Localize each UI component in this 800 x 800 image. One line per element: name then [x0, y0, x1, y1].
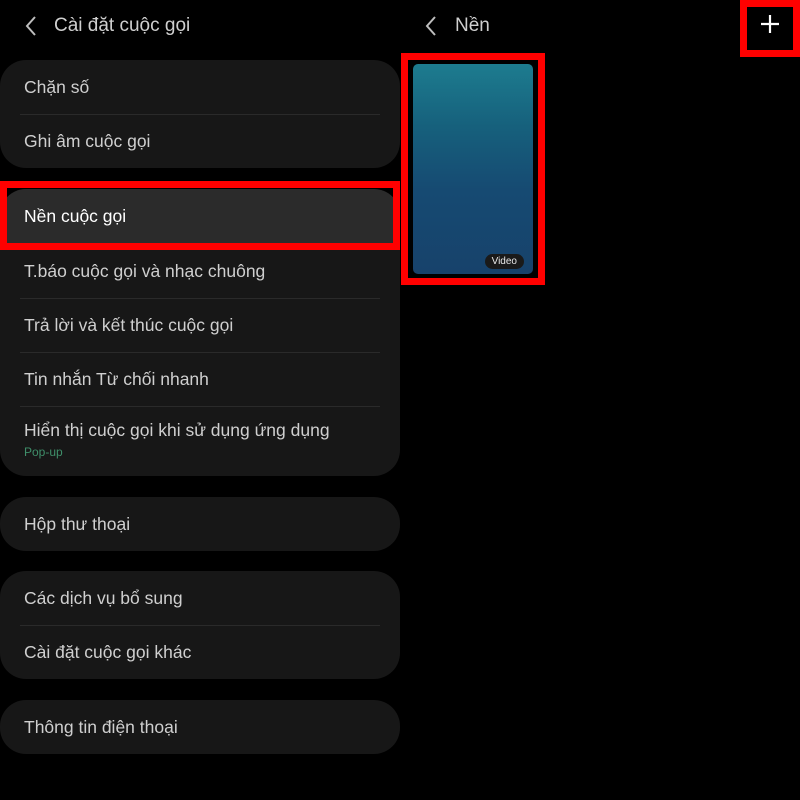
- settings-group-4: Các dịch vụ bổ sung Cài đặt cuộc gọi khá…: [0, 571, 400, 679]
- video-background-thumbnail[interactable]: Video: [413, 64, 533, 274]
- page-title: Cài đặt cuộc gọi: [54, 15, 191, 36]
- page-title: Nền: [455, 15, 490, 36]
- menu-item-label: Hiển thị cuộc gọi khi sử dụng ứng dụng: [24, 419, 330, 440]
- background-panel: Nền Video: [400, 0, 800, 800]
- back-chevron-icon[interactable]: [24, 14, 38, 38]
- menu-item-call-display-in-apps[interactable]: Hiển thị cuộc gọi khi sử dụng ứng dụng P…: [0, 406, 400, 472]
- settings-group-2: Nền cuộc gọi T.báo cuộc gọi và nhạc chuô…: [0, 189, 400, 476]
- menu-item-phone-info[interactable]: Thông tin điện thoại: [0, 700, 400, 754]
- settings-group-5: Thông tin điện thoại: [0, 700, 400, 754]
- menu-item-sublabel: Pop-up: [24, 444, 63, 459]
- background-header: Nền: [400, 0, 800, 52]
- back-chevron-icon[interactable]: [424, 14, 438, 38]
- menu-item-voicemail[interactable]: Hộp thư thoại: [0, 497, 400, 551]
- menu-item-block-numbers[interactable]: Chặn số: [0, 60, 400, 114]
- settings-group-3: Hộp thư thoại: [0, 497, 400, 551]
- menu-item-answer-end-calls[interactable]: Trả lời và kết thúc cuộc gọi: [0, 298, 400, 352]
- call-settings-panel: Cài đặt cuộc gọi Chặn số Ghi âm cuộc gọi…: [0, 0, 400, 800]
- video-badge: Video: [484, 254, 524, 269]
- menu-item-call-background[interactable]: Nền cuộc gọi: [0, 189, 400, 244]
- menu-item-supplementary-services[interactable]: Các dịch vụ bổ sung: [0, 571, 400, 625]
- plus-icon[interactable]: [758, 12, 782, 36]
- settings-group-1: Chặn số Ghi âm cuộc gọi: [0, 60, 400, 168]
- menu-item-call-alerts-ringtone[interactable]: T.báo cuộc gọi và nhạc chuông: [0, 244, 400, 298]
- menu-item-quick-decline-messages[interactable]: Tin nhắn Từ chối nhanh: [0, 352, 400, 406]
- call-settings-header: Cài đặt cuộc gọi: [0, 0, 400, 52]
- menu-item-call-recording[interactable]: Ghi âm cuộc gọi: [0, 114, 400, 168]
- menu-item-other-call-settings[interactable]: Cài đặt cuộc gọi khác: [0, 625, 400, 679]
